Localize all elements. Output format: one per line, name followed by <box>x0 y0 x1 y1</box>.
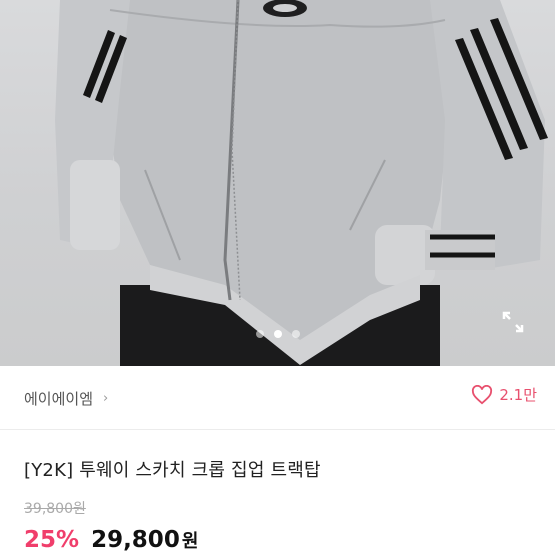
expand-button[interactable] <box>500 309 532 341</box>
seller-link[interactable]: 에이에이엠 › <box>24 388 108 409</box>
product-title: [Y2K] 투웨이 스카치 크롭 집업 트랙탑 <box>24 460 321 481</box>
seller-name: 에이에이엠 <box>24 390 94 408</box>
jacket-illustration <box>55 0 548 366</box>
carousel-dot[interactable] <box>255 330 264 338</box>
sale-price-value: 29,800 <box>91 527 180 553</box>
carousel-indicator <box>0 327 555 341</box>
product-image[interactable] <box>0 0 555 366</box>
price-row: 25% 29,800 원 <box>24 527 198 553</box>
original-price: 39,800원 <box>24 501 86 517</box>
like-count: 2.1만 <box>499 386 537 404</box>
currency-unit: 원 <box>181 531 199 552</box>
like-button[interactable]: 2.1만 <box>471 384 537 405</box>
sale-price: 29,800 원 <box>91 527 198 553</box>
heart-icon <box>472 384 493 404</box>
discount-rate: 25% <box>24 527 80 553</box>
chevron-right-icon: › <box>103 391 109 406</box>
seller-row: 에이에이엠 › 2.1만 <box>0 366 555 430</box>
carousel-dot-active[interactable] <box>273 330 282 338</box>
expand-icon <box>502 311 524 333</box>
carousel-dot[interactable] <box>291 330 300 338</box>
